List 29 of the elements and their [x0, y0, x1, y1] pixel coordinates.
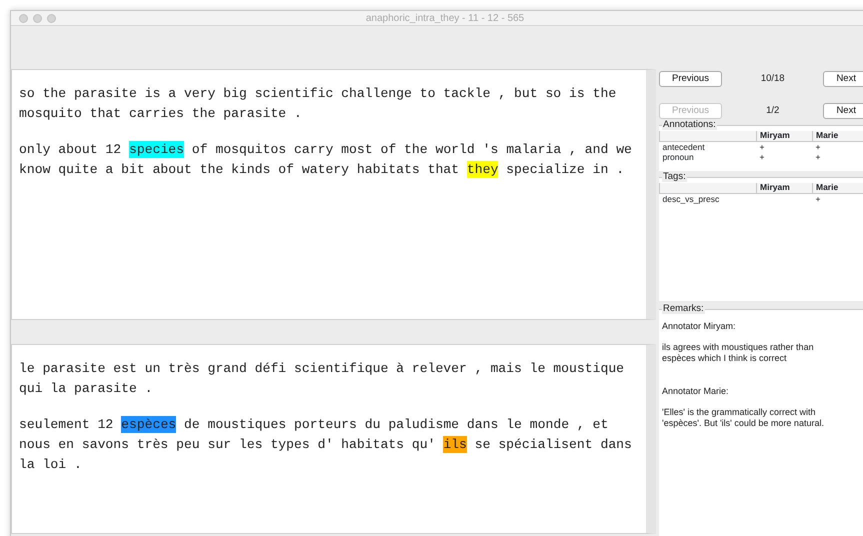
- section-label: Annotations:: [662, 119, 717, 130]
- section-label: Remarks:: [662, 303, 705, 314]
- column-header: Marie: [812, 183, 863, 193]
- table-cell-text: +: [814, 152, 822, 162]
- table-cell-text: +: [758, 152, 766, 162]
- sentence-text: seulement 12 espèces de moustiques porteurs du paludisme dans le monde , et nous en savons très peu sur les types d' habitats qu' ils se spécialisent dans la loi .: [19, 415, 633, 474]
- sentence-text: le parasite est un très grand défi scientifique à relever , mais le moustique qui la parasite .: [19, 360, 626, 398]
- remark-text: ils agrees with moustiques rather than espèces which I think is correct: [662, 342, 815, 364]
- page-counter: 1/2: [766, 104, 780, 118]
- sentence-text: so the parasite is a very big scientific challenge to tackle , but so is the mosquito that carries the parasite .: [19, 85, 618, 123]
- row-label: antecedent: [660, 141, 756, 152]
- column-header: Marie: [812, 131, 863, 141]
- table-cell: +: [756, 141, 812, 152]
- annotator-name: Annotator Marie:: [662, 386, 730, 397]
- column-header: Miryam: [756, 183, 812, 193]
- sentence-text: only about 12 species of mosquitos carry most of the world 's malaria , and we know quite a bit about the kinds of watery habitats that they specialize in .: [19, 140, 633, 180]
- next-button[interactable]: Next: [823, 103, 863, 119]
- window-title: anaphoric_intra_they - 11 - 12 - 565: [364, 12, 526, 26]
- next-button[interactable]: Next: [823, 71, 863, 87]
- column-header: Miryam: [756, 131, 812, 141]
- table-cell: +: [812, 141, 863, 152]
- section-label: Tags:: [662, 171, 687, 182]
- previous-button[interactable]: Previous: [659, 71, 722, 87]
- annotator-name: Annotator Miryam:: [662, 321, 737, 332]
- remark-text: 'Elles' is the grammatically correct with 'espèces'. But 'ils' could be more natural.: [662, 407, 825, 429]
- table-cell: +: [812, 193, 863, 204]
- page-counter: 10/18: [760, 72, 785, 86]
- row-label: desc_vs_presc: [660, 193, 756, 204]
- row-label: pronoun: [662, 152, 695, 162]
